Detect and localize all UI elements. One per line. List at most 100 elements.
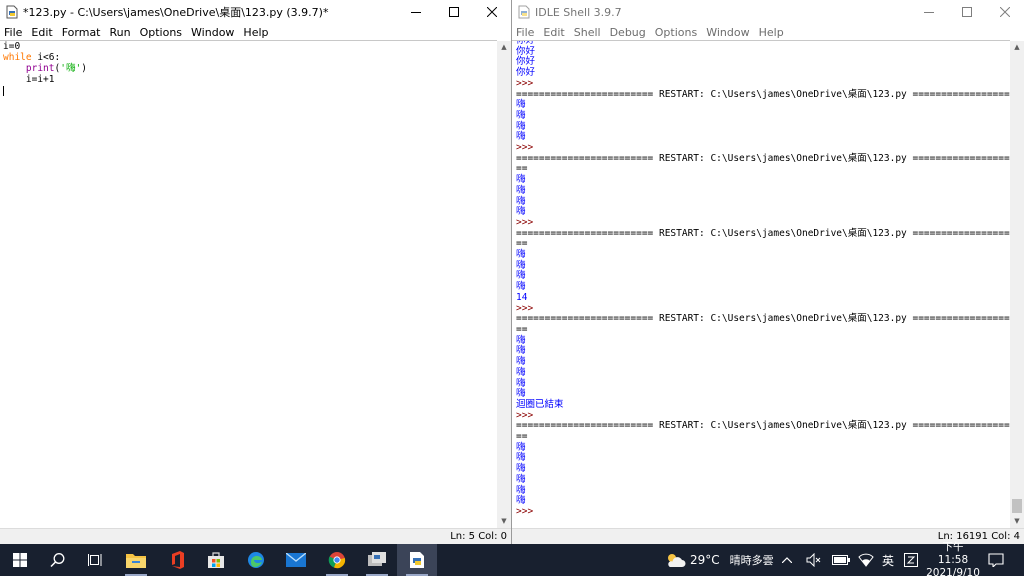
clock-time: 下午 11:58 [937, 540, 969, 566]
scroll-down-icon[interactable]: ▼ [497, 515, 511, 528]
close-button[interactable] [473, 0, 511, 24]
menu-file[interactable]: File [0, 26, 27, 39]
shell-title: IDLE Shell 3.9.7 [535, 5, 622, 19]
restart-wrap: == [516, 238, 528, 250]
output-line: 嗨 [516, 484, 526, 496]
output-line: 你好 [516, 56, 536, 68]
output-line: 嗨 [516, 463, 526, 475]
menu-edit[interactable]: Edit [539, 26, 569, 39]
scroll-up-icon[interactable]: ▲ [497, 41, 511, 54]
scroll-down-icon[interactable]: ▼ [1010, 515, 1024, 528]
notification-icon[interactable] [988, 544, 1004, 576]
clock[interactable]: 下午 11:58 2021/9/10 [926, 540, 980, 579]
ime-mode-icon[interactable] [904, 544, 918, 576]
builtin-print: print [25, 63, 55, 74]
network-icon[interactable] [858, 544, 874, 576]
output-line: 嗨 [516, 249, 526, 261]
restart-line: ======================== RESTART: C:\Use… [516, 152, 1010, 164]
weather-description: 晴時多雲 [729, 554, 774, 567]
restart-line: ======================== RESTART: C:\Use… [516, 227, 1010, 239]
menu-debug[interactable]: Debug [606, 26, 651, 39]
menu-options[interactable]: Options [136, 26, 187, 39]
maximize-button[interactable] [435, 0, 473, 24]
office-icon[interactable] [157, 544, 197, 576]
restart-line: ======================== RESTART: C:\Use… [516, 88, 1010, 100]
minimize-button[interactable] [397, 0, 435, 24]
menu-help[interactable]: Help [239, 26, 273, 39]
restart-line: ======================== RESTART: C:\Use… [516, 313, 1010, 325]
output-line: 嗨 [516, 334, 526, 346]
code-text: ) [81, 63, 87, 74]
chrome-icon[interactable] [317, 544, 357, 576]
scroll-thumb[interactable] [1012, 499, 1022, 513]
shell-output[interactable]: 你好 你好 你好 你好 >>> ======================== REST… [512, 40, 1010, 529]
maximize-button[interactable] [948, 0, 986, 24]
output-line: 嗨 [516, 174, 526, 186]
editor-menubar: File Edit Format Run Options Window Help [0, 24, 511, 40]
output-line: 嗨 [516, 388, 526, 400]
menu-edit[interactable]: Edit [27, 26, 57, 39]
windows-start-icon[interactable] [0, 544, 40, 576]
shell-window: IDLE Shell 3.9.7 File Edit Shell Debug O… [512, 0, 1024, 544]
restart-wrap: == [516, 431, 528, 443]
menu-window[interactable]: Window [187, 26, 239, 39]
output-line: 嗨 [516, 120, 526, 132]
mail-icon[interactable] [276, 544, 316, 576]
editor-scrollbar[interactable]: ▲ ▼ [497, 41, 511, 528]
output-line: 你好 [516, 45, 536, 57]
edge-icon[interactable] [236, 544, 276, 576]
output-line: 嗨 [516, 495, 526, 507]
menu-file[interactable]: File [512, 26, 539, 39]
output-line: 嗨 [516, 184, 526, 196]
search-icon[interactable] [38, 544, 78, 576]
scroll-up-icon[interactable]: ▲ [1010, 41, 1024, 54]
taskbar: 29°C 晴時多雲 英 下午 11:58 2021/9/10 [0, 540, 1024, 579]
show-hidden-icons-icon[interactable] [782, 544, 792, 576]
code-line: i=0 [3, 41, 21, 52]
code-editor[interactable]: i=0 while i<6: print('嗨') i=i+1 [0, 40, 497, 529]
output-line: 嗨 [516, 356, 526, 368]
restart-wrap: == [516, 163, 528, 175]
output-line: 嗨 [516, 109, 526, 121]
clock-date: 2021/9/10 [926, 566, 980, 579]
output-line: 14 [516, 291, 528, 303]
output-line: 嗨 [516, 281, 526, 293]
output-line: 嗨 [516, 99, 526, 111]
cursor-line [3, 85, 497, 96]
output-line: 嗨 [516, 441, 526, 453]
volume-muted-icon[interactable] [806, 544, 822, 576]
editor-title: *123.py - C:\Users\james\OneDrive\桌面\123… [23, 6, 329, 19]
menu-options[interactable]: Options [651, 26, 702, 39]
editor-titlebar[interactable]: *123.py - C:\Users\james\OneDrive\桌面\123… [0, 0, 511, 24]
editor-window: *123.py - C:\Users\james\OneDrive\桌面\123… [0, 0, 512, 544]
output-line: 嗨 [516, 377, 526, 389]
store-icon[interactable] [196, 544, 236, 576]
menu-window[interactable]: Window [702, 26, 754, 39]
code-text: i<6: [31, 52, 61, 63]
minimize-button[interactable] [910, 0, 948, 24]
menu-format[interactable]: Format [58, 26, 106, 39]
keyword-while: while [3, 52, 32, 63]
output-line: 嗨 [516, 195, 526, 207]
weather-temperature: 29°C [690, 553, 720, 567]
weather-widget[interactable]: 29°C 晴時多雲 [664, 544, 774, 576]
idle-shell-icon [518, 5, 530, 19]
text-cursor [3, 85, 4, 96]
menu-help[interactable]: Help [755, 26, 789, 39]
battery-icon[interactable] [832, 544, 850, 576]
partly-cloudy-icon [664, 552, 686, 568]
menu-shell[interactable]: Shell [570, 26, 606, 39]
output-line: 嗨 [516, 366, 526, 378]
python-idle-icon[interactable] [357, 544, 397, 576]
shell-scrollbar[interactable]: ▲ ▼ [1010, 41, 1024, 528]
close-button[interactable] [986, 0, 1024, 24]
file-explorer-icon[interactable] [116, 544, 156, 576]
menu-run[interactable]: Run [106, 26, 136, 39]
restart-wrap: == [516, 323, 528, 335]
shell-titlebar[interactable]: IDLE Shell 3.9.7 [512, 0, 1024, 24]
output-line: 你好 [516, 67, 536, 79]
task-view-icon[interactable] [76, 544, 116, 576]
code-line: while i<6: [3, 52, 497, 63]
ime-indicator[interactable]: 英 [882, 544, 894, 576]
idle-editor-icon[interactable] [397, 544, 437, 576]
